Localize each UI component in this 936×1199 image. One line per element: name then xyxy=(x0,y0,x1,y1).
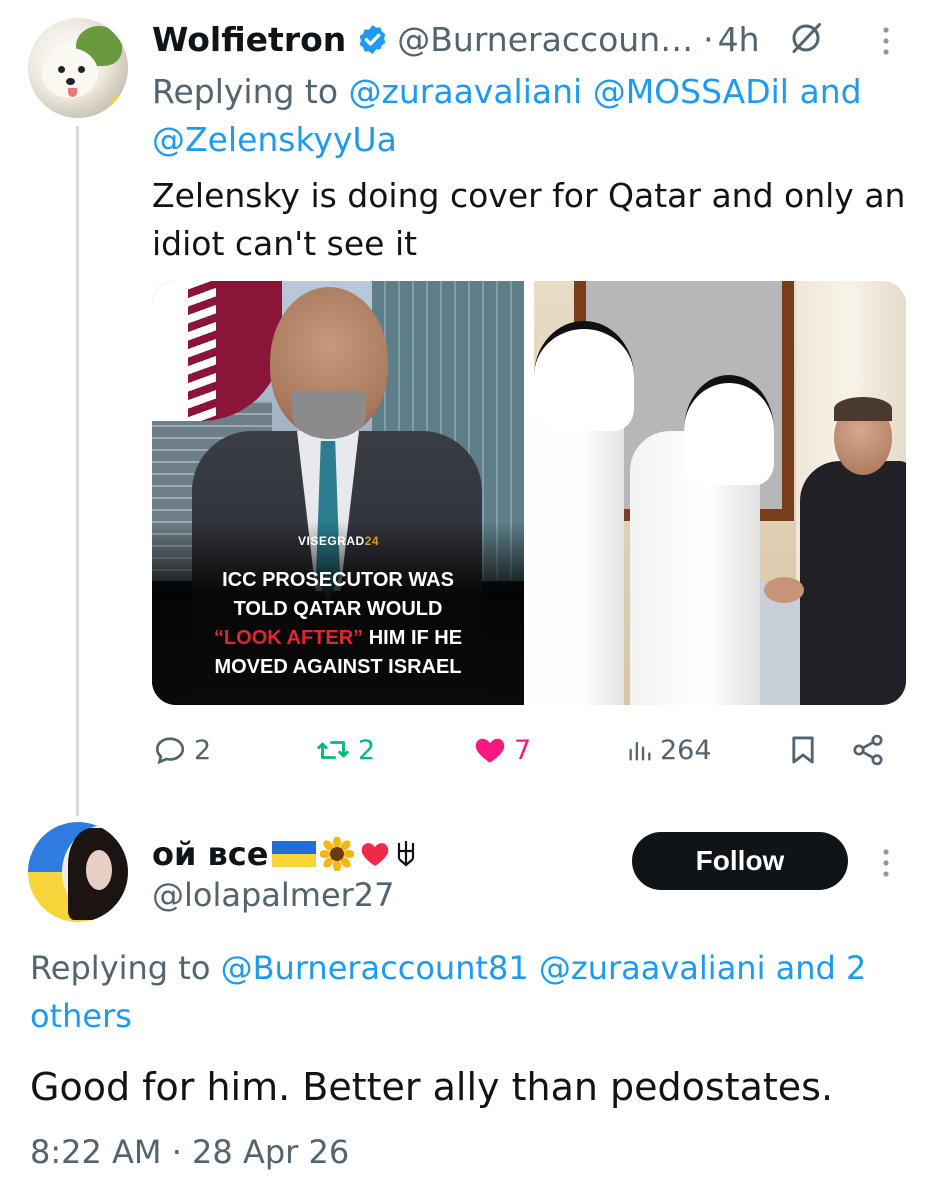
like-count: 7 xyxy=(514,734,532,766)
views-icon xyxy=(629,741,651,761)
image-hair xyxy=(834,397,892,421)
separator-dot: · xyxy=(703,19,714,59)
tweet-actions: 2 2 7 264 xyxy=(152,726,892,774)
replying-prefix: Replying to xyxy=(152,72,339,111)
media-image-icc-prosecutor[interactable]: VISEGRAD24 ICC PROSECUTOR WAS TOLD QATAR… xyxy=(152,281,524,705)
share-icon xyxy=(853,734,883,766)
mention-link[interactable]: @Burneraccount81 xyxy=(221,949,529,987)
media-image-handshake[interactable] xyxy=(534,281,906,705)
verified-badge-icon xyxy=(359,24,386,54)
image-handshake xyxy=(764,577,804,603)
bookmark-icon xyxy=(792,736,814,764)
more-icon[interactable] xyxy=(876,24,896,58)
replying-to: Replying to @zuraavaliani @MOSSADil and … xyxy=(152,68,902,164)
reply-count: 2 xyxy=(194,734,212,766)
time: 8:22 AM xyxy=(30,1133,162,1171)
like-button[interactable]: 7 xyxy=(472,726,531,774)
portrait-face xyxy=(86,850,112,890)
headline-line: TOLD QATAR WOULD xyxy=(233,598,443,620)
date: 28 Apr 26 xyxy=(192,1133,350,1171)
image-headline: ICC PROSECUTOR WAS TOLD QATAR WOULD “LOO… xyxy=(164,566,512,682)
media-grid[interactable]: VISEGRAD24 ICC PROSECUTOR WAS TOLD QATAR… xyxy=(152,281,906,705)
reply-button[interactable]: 2 xyxy=(152,726,211,774)
avatar[interactable] xyxy=(28,822,128,922)
tweet-text: Zelensky is doing cover for Qatar and on… xyxy=(152,176,906,263)
grok-icon[interactable] xyxy=(788,20,824,56)
replying-to: Replying to @Burneraccount81 @zuraavalia… xyxy=(30,944,900,1040)
headline-highlight: “LOOK AFTER” xyxy=(213,627,364,649)
brand-number: 24 xyxy=(364,534,380,548)
replying-prefix: Replying to xyxy=(30,949,211,987)
tweet-timestamp[interactable]: 8:22 AM · 28 Apr 26 xyxy=(30,1133,349,1171)
headline-line: “LOOK AFTER” HIM IF HE xyxy=(164,624,512,653)
image-headdress xyxy=(534,321,634,431)
timestamp[interactable]: 4h xyxy=(718,20,760,59)
brand-name: VISEGRAD xyxy=(298,534,365,548)
flag-serration xyxy=(188,281,216,421)
views-count: 264 xyxy=(660,734,712,766)
image-headdress xyxy=(684,375,774,485)
thread-connector-line xyxy=(76,126,79,816)
bookmark-button[interactable] xyxy=(786,726,820,774)
tryzub-icon xyxy=(398,841,415,867)
sunflower-icon xyxy=(320,837,355,871)
mention-link[interactable]: @zuraavaliani xyxy=(539,949,766,987)
author-handle[interactable]: @Burneraccoun… xyxy=(397,20,693,59)
eye xyxy=(58,66,65,73)
red-heart-icon xyxy=(362,843,389,866)
author-handle[interactable]: @lolapalmer27 xyxy=(152,876,395,914)
mention-link[interactable]: @MOSSADil xyxy=(593,72,789,111)
separator-dot: · xyxy=(171,1133,182,1171)
mention-link[interactable]: @ZelenskyyUa xyxy=(152,120,397,159)
avatar[interactable] xyxy=(28,18,128,118)
repost-button[interactable]: 2 xyxy=(314,726,375,774)
and-word: and xyxy=(799,72,862,111)
mention-link[interactable]: @zuraavaliani xyxy=(349,72,583,111)
tongue xyxy=(68,88,77,97)
share-button[interactable] xyxy=(850,726,886,774)
reply-icon xyxy=(155,737,185,765)
author-name-text: ой все xyxy=(152,835,269,873)
repost-icon xyxy=(317,741,349,759)
repost-count: 2 xyxy=(358,734,376,766)
flower xyxy=(112,96,124,108)
tweet-header: Wolfietron @Burneraccoun… · 4h xyxy=(152,16,760,62)
headline-text: HIM IF HE xyxy=(363,627,463,649)
nose xyxy=(66,78,75,85)
more-icon[interactable] xyxy=(876,846,896,880)
eye xyxy=(78,66,85,73)
headline-line: MOVED AGAINST ISRAEL xyxy=(214,656,462,678)
heart-icon xyxy=(475,738,505,763)
author-name[interactable]: Wolfietron xyxy=(152,20,346,59)
qatar-flag xyxy=(152,281,282,421)
headline-line: ICC PROSECUTOR WAS xyxy=(222,569,454,591)
views-button[interactable]: 264 xyxy=(626,726,712,774)
ukraine-flag-icon xyxy=(272,841,317,867)
brand-logo: VISEGRAD24 xyxy=(298,534,379,548)
author-name[interactable]: ой все xyxy=(152,832,416,876)
follow-button[interactable]: Follow xyxy=(632,832,848,890)
tweet-text: Good for him. Better ally than pedostate… xyxy=(30,1065,834,1109)
image-person xyxy=(800,461,906,705)
man-beard xyxy=(292,391,366,439)
